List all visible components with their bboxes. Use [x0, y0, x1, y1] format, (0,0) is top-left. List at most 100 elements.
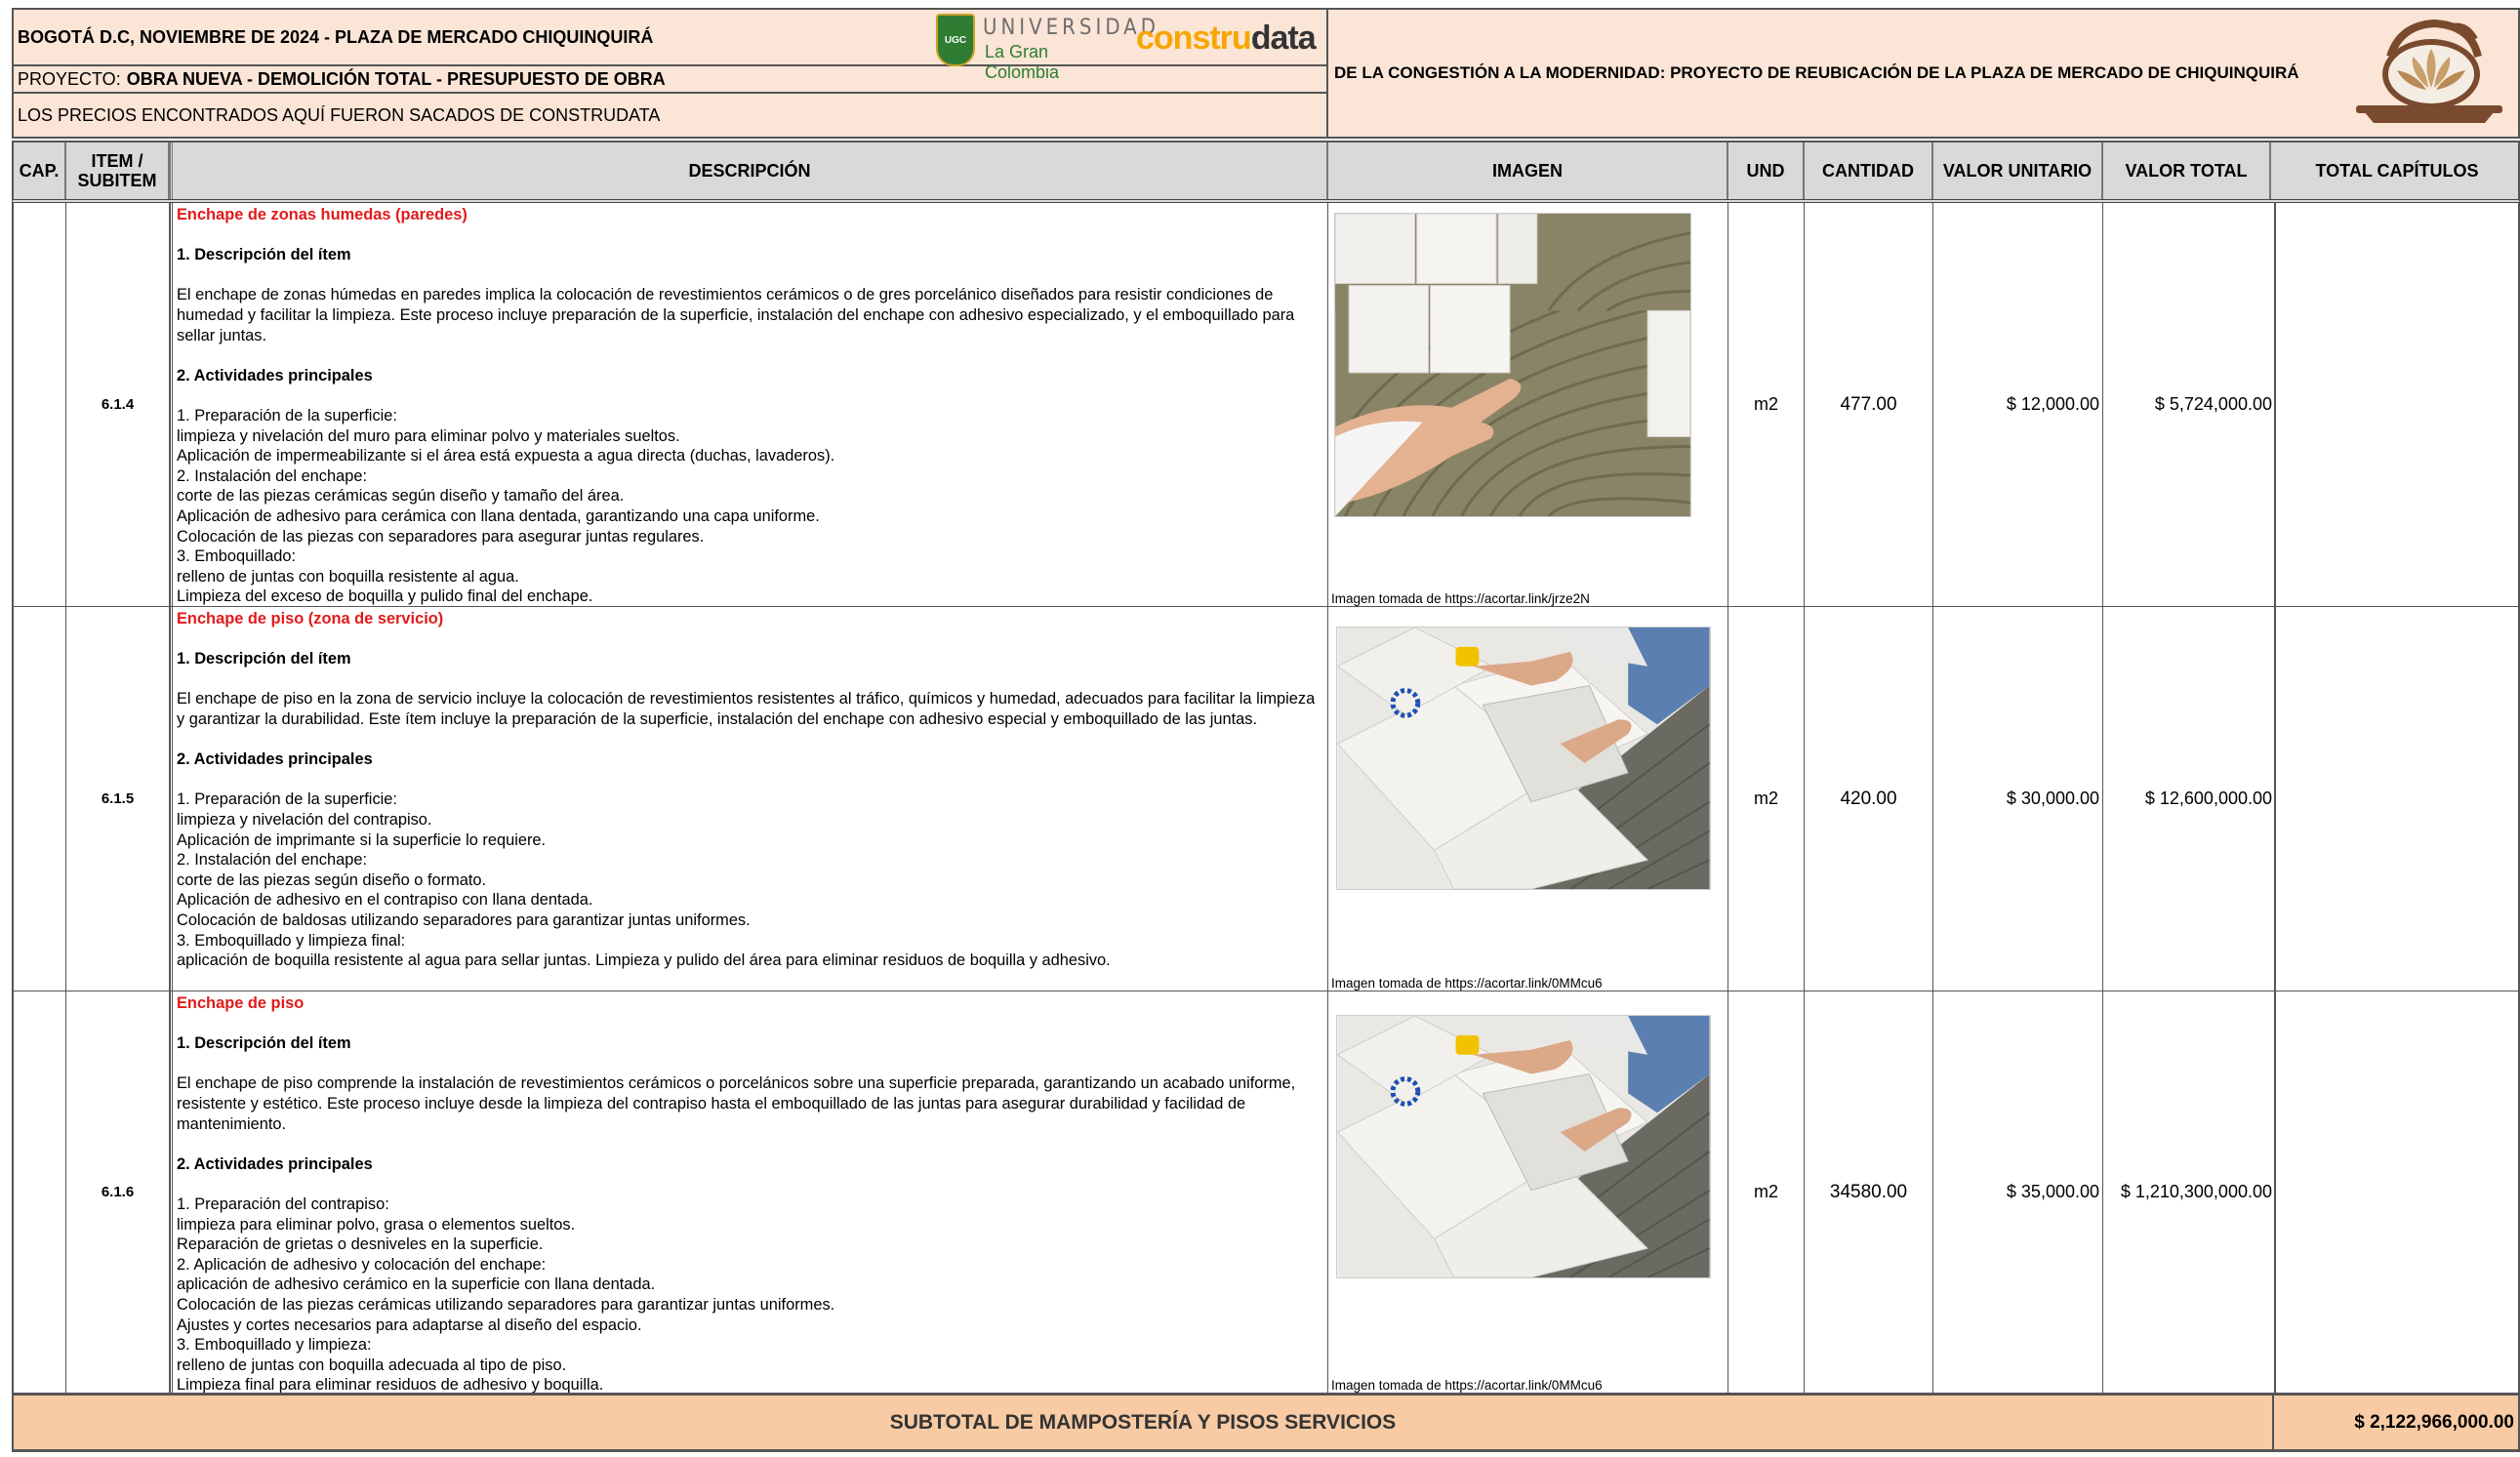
image-cell: Imagen tomada de https://acortar.link/jr…: [1328, 203, 1728, 606]
col-header-imagen: IMAGEN: [1328, 142, 1728, 199]
image-credit: Imagen tomada de https://acortar.link/0M…: [1331, 1378, 1603, 1393]
item-cell: 6.1.6: [66, 992, 170, 1393]
item-title: Enchape de zonas humedas (paredes): [177, 206, 467, 223]
description-cell: Enchape de zonas humedas (paredes) 1. De…: [170, 203, 1328, 606]
activity-line: Aplicación de impermeabilizante si el ár…: [177, 447, 835, 465]
activity-line: Reparación de grietas o desniveles en la…: [177, 1235, 544, 1254]
und-cell: m2: [1728, 992, 1805, 1393]
item-description: El enchape de piso comprende la instalac…: [177, 1074, 1296, 1133]
total-capitulos-cell: [2274, 203, 2520, 1394]
image-credit: Imagen tomada de https://acortar.link/jr…: [1331, 591, 1590, 606]
section-heading: 2. Actividades principales: [177, 1154, 373, 1173]
valor-unitario-cell: $ 30,000.00: [1933, 607, 2103, 991]
item-title: Enchape de piso (zona de servicio): [177, 610, 444, 627]
header-title-block: DE LA CONGESTIÓN A LA MODERNIDAD: PROYEC…: [1330, 10, 2518, 137]
activity-line: aplicación de boquilla resistente al agu…: [177, 951, 1111, 970]
activity-line: 2. Instalación del enchape:: [177, 851, 368, 870]
activity-line: 1. Preparación de la superficie:: [177, 790, 397, 809]
sheet-header: BOGOTÁ D.C, NOVIEMBRE DE 2024 - PLAZA DE…: [12, 8, 2520, 139]
activity-line: corte de las piezas cerámicas según dise…: [177, 487, 625, 506]
col-header-item: ITEM / SUBITEM: [66, 142, 170, 199]
col-header-und: UND: [1728, 142, 1805, 199]
column-headers: CAP. ITEM / SUBITEM DESCRIPCIÓN IMAGEN U…: [12, 141, 2520, 203]
activity-line: 3. Emboquillado y limpieza final:: [177, 931, 406, 950]
activity-line: limpieza y nivelación del contrapiso.: [177, 810, 432, 829]
activity-line: Aplicación de adhesivo en el contrapiso …: [177, 891, 593, 910]
activity-line: limpieza para eliminar polvo, grasa o el…: [177, 1215, 576, 1234]
col-header-cantidad: CANTIDAD: [1805, 142, 1933, 199]
budget-sheet: BOGOTÁ D.C, NOVIEMBRE DE 2024 - PLAZA DE…: [12, 8, 2520, 1457]
item-title: Enchape de piso: [177, 994, 305, 1012]
valor-total-cell: $ 5,724,000.00: [2103, 203, 2276, 606]
table-row: 6.1.4 Enchape de zonas humedas (paredes)…: [12, 203, 2520, 607]
activity-line: Aplicación de imprimante si la superfici…: [177, 830, 547, 849]
project-value: OBRA NUEVA - DEMOLICIÓN TOTAL - PRESUPUE…: [126, 68, 666, 89]
activity-line: 1. Preparación de la superficie:: [177, 406, 397, 425]
col-header-valor-unitario: VALOR UNITARIO: [1933, 142, 2103, 199]
ug-shield-icon: UGC: [936, 14, 975, 66]
plaza-mercado-logo-icon: [2356, 19, 2502, 123]
col-header-cap: CAP.: [14, 142, 66, 199]
universidad-la-gran-colombia-logo: UGC UNIVERSIDAD La Gran Colombia: [936, 14, 1156, 82]
construdata-logo: construdata: [1136, 20, 1317, 57]
col-header-total-capitulos: TOTAL CAPÍTULOS: [2315, 161, 2479, 181]
und-cell: m2: [1728, 203, 1805, 606]
header-info-block: BOGOTÁ D.C, NOVIEMBRE DE 2024 - PLAZA DE…: [14, 10, 1328, 137]
activity-line: Colocación de baldosas utilizando separa…: [177, 911, 751, 929]
floor-tiling-photo: [1336, 627, 1711, 890]
wall-tiling-photo: [1334, 213, 1691, 517]
activity-line: 3. Emboquillado:: [177, 547, 297, 566]
subtotal-row: SUBTOTAL DE MAMPOSTERÍA Y PISOS SERVICIO…: [12, 1394, 2520, 1452]
description-cell: Enchape de piso (zona de servicio) 1. De…: [170, 607, 1328, 991]
section-heading: 2. Actividades principales: [177, 366, 373, 384]
activity-line: Aplicación de adhesivo para cerámica con…: [177, 506, 820, 525]
activity-line: aplicación de adhesivo cerámico en la su…: [177, 1275, 656, 1294]
section-heading: 1. Descripción del ítem: [177, 246, 351, 264]
col-header-valor-total: VALOR TOTAL: [2103, 142, 2271, 199]
subtotal-value: $ 2,122,966,000.00: [2354, 1412, 2514, 1433]
item-cell: 6.1.5: [66, 607, 170, 991]
activity-line: Limpieza final para eliminar residuos de…: [177, 1376, 604, 1393]
valor-unitario-cell: $ 12,000.00: [1933, 203, 2103, 606]
activity-line: 1. Preparación del contrapiso:: [177, 1194, 389, 1213]
valor-unitario-cell: $ 35,000.00: [1933, 992, 2103, 1393]
valor-total-cell: $ 12,600,000.00: [2103, 607, 2276, 991]
header-line3: LOS PRECIOS ENCONTRADOS AQUÍ FUERON SACA…: [18, 104, 661, 125]
item-description: El enchape de piso en la zona de servici…: [177, 690, 1316, 728]
activity-line: Colocación de las piezas con separadores…: [177, 527, 705, 546]
activity-line: limpieza y nivelación del muro para elim…: [177, 426, 680, 445]
table-row: 6.1.5 Enchape de piso (zona de servicio)…: [12, 607, 2520, 992]
cap-cell: [14, 992, 66, 1393]
floor-tiling-photo: [1336, 1015, 1711, 1278]
item-code: 6.1.6: [101, 1184, 135, 1200]
cantidad-cell: 420.00: [1805, 607, 1933, 991]
cap-cell: [14, 607, 66, 991]
image-cell: Imagen tomada de https://acortar.link/0M…: [1328, 607, 1728, 991]
description-cell: Enchape de piso 1. Descripción del ítem …: [170, 992, 1328, 1393]
project-title: DE LA CONGESTIÓN A LA MODERNIDAD: PROYEC…: [1334, 63, 2299, 82]
header-source-note: LOS PRECIOS ENCONTRADOS AQUÍ FUERON SACA…: [14, 94, 1328, 137]
item-code: 6.1.4: [101, 396, 135, 413]
header-line1: BOGOTÁ D.C, NOVIEMBRE DE 2024 - PLAZA DE…: [18, 26, 654, 47]
cantidad-cell: 34580.00: [1805, 992, 1933, 1393]
activity-line: Colocación de las piezas cerámicas utili…: [177, 1295, 835, 1314]
image-cell: Imagen tomada de https://acortar.link/0M…: [1328, 992, 1728, 1393]
ug-logo-line1: UNIVERSIDAD: [983, 16, 1159, 40]
header-project-row: PROYECTO: OBRA NUEVA - DEMOLICIÓN TOTAL …: [14, 66, 1328, 94]
activity-line: 2. Instalación del enchape:: [177, 466, 368, 485]
activity-line: Ajustes y cortes necesarios para adaptar…: [177, 1315, 642, 1334]
activity-line: relleno de juntas con boquilla adecuada …: [177, 1356, 567, 1374]
item-code: 6.1.5: [101, 790, 135, 807]
col-header-descripcion: DESCRIPCIÓN: [170, 142, 1328, 199]
activity-line: Limpieza del exceso de boquilla y pulido…: [177, 587, 593, 606]
subtotal-label: SUBTOTAL DE MAMPOSTERÍA Y PISOS SERVICIO…: [14, 1396, 2274, 1450]
section-heading: 1. Descripción del ítem: [177, 650, 351, 668]
table-row: 6.1.6 Enchape de piso 1. Descripción del…: [12, 992, 2520, 1394]
cap-cell: [14, 203, 66, 606]
ug-logo-line2: La Gran Colombia: [985, 42, 1060, 82]
und-cell: m2: [1728, 607, 1805, 991]
activity-line: 3. Emboquillado y limpieza:: [177, 1336, 372, 1355]
activity-line: corte de las piezas según diseño o forma…: [177, 870, 487, 889]
section-heading: 2. Actividades principales: [177, 750, 373, 769]
activity-line: 2. Aplicación de adhesivo y colocación d…: [177, 1255, 547, 1274]
